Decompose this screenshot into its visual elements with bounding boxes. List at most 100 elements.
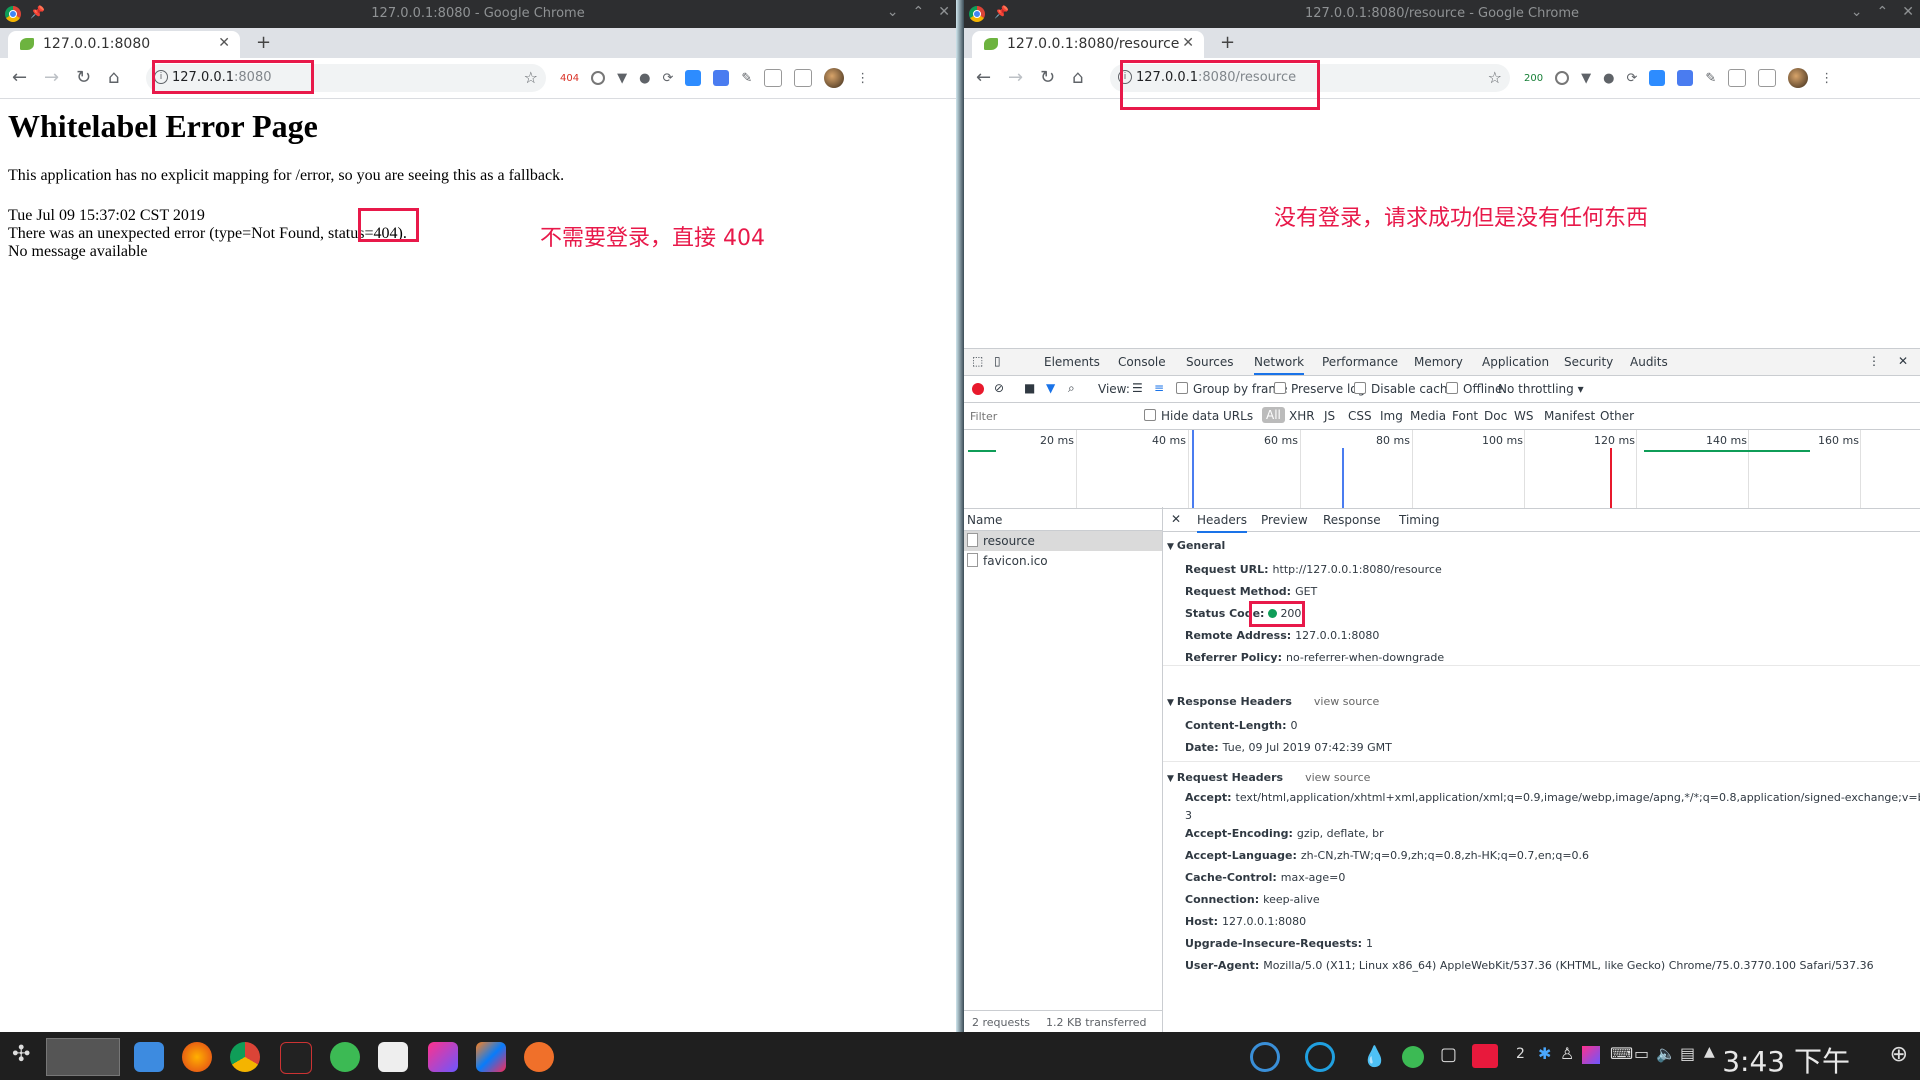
- general-header[interactable]: ▼ General: [1167, 539, 1225, 552]
- tab-elements[interactable]: Elements: [1044, 355, 1100, 369]
- device-toolbar-icon[interactable]: ▯: [994, 354, 1001, 368]
- tray-person-icon[interactable]: ♙: [1560, 1044, 1574, 1063]
- filter-manifest[interactable]: Manifest: [1544, 409, 1595, 423]
- filter-js[interactable]: JS: [1324, 409, 1335, 423]
- telegram-icon[interactable]: [330, 1042, 360, 1072]
- edit-extension-icon[interactable]: [764, 69, 783, 87]
- filter-css[interactable]: CSS: [1348, 409, 1372, 423]
- tray-status-icon[interactable]: [1402, 1046, 1424, 1068]
- status-code-extension[interactable]: 404: [560, 73, 579, 84]
- filter-doc[interactable]: Doc: [1484, 409, 1507, 423]
- editor-icon[interactable]: [280, 1042, 312, 1074]
- file-manager-icon[interactable]: [134, 1042, 164, 1072]
- tray-dock-icon[interactable]: [1305, 1042, 1335, 1072]
- menu-kebab-icon[interactable]: ⋮: [856, 71, 869, 86]
- clipboard-icon[interactable]: ▤: [1680, 1044, 1695, 1063]
- status-code-extension[interactable]: 200: [1524, 73, 1543, 84]
- tab-timing[interactable]: Timing: [1399, 513, 1440, 527]
- github-extension-icon[interactable]: ●: [1603, 71, 1614, 86]
- tab-preview[interactable]: Preview: [1261, 513, 1308, 527]
- tray-circle-icon[interactable]: [1250, 1042, 1280, 1072]
- eyedropper-extension-icon[interactable]: ✎: [741, 71, 752, 86]
- devtools-close-icon[interactable]: ✕: [1898, 354, 1908, 368]
- tray-window-icon[interactable]: ▢: [1440, 1044, 1457, 1065]
- group-by-frame-checkbox[interactable]: Group by frame: [1176, 382, 1287, 396]
- filter-icon[interactable]: ▼: [1046, 381, 1055, 395]
- devtools-menu-icon[interactable]: ⋮: [1868, 354, 1880, 368]
- reload-icon[interactable]: ↻: [76, 67, 91, 88]
- tab-memory[interactable]: Memory: [1414, 355, 1463, 369]
- translate-extension-icon[interactable]: [713, 70, 730, 86]
- new-tab-icon[interactable]: +: [1220, 32, 1235, 53]
- zoom-extension-icon[interactable]: [1649, 70, 1666, 86]
- clear-icon[interactable]: ⊘: [994, 381, 1004, 395]
- circle-extension-icon[interactable]: [591, 71, 606, 85]
- tab-close-icon[interactable]: ✕: [1182, 35, 1194, 51]
- waterfall-icon[interactable]: ≡: [1154, 381, 1164, 395]
- filter-input[interactable]: [968, 407, 1132, 425]
- zoom-extension-icon[interactable]: [685, 70, 702, 86]
- eyedropper-extension-icon[interactable]: ✎: [1705, 71, 1716, 86]
- filter-xhr[interactable]: XHR: [1289, 409, 1315, 423]
- tab-sources[interactable]: Sources: [1186, 355, 1233, 369]
- browser-tab[interactable]: 127.0.0.1:8080/resource ✕: [972, 31, 1204, 58]
- vue-extension-icon[interactable]: ▼: [1581, 71, 1591, 86]
- tab-console[interactable]: Console: [1118, 355, 1166, 369]
- github-extension-icon[interactable]: ●: [639, 71, 650, 86]
- tray-jetbrains-icon[interactable]: [1582, 1046, 1600, 1064]
- filter-all[interactable]: All: [1262, 407, 1285, 423]
- postman-icon[interactable]: [524, 1042, 554, 1072]
- doc-extension-icon[interactable]: [794, 69, 813, 87]
- name-header[interactable]: Name: [964, 507, 1162, 531]
- volume-icon[interactable]: 🔈: [1656, 1044, 1676, 1063]
- network-timeline[interactable]: 20 ms 40 ms 60 ms 80 ms 100 ms 120 ms 14…: [964, 430, 1920, 509]
- record-icon[interactable]: [972, 383, 984, 395]
- filter-font[interactable]: Font: [1452, 409, 1478, 423]
- doc-extension-icon[interactable]: [1758, 69, 1777, 87]
- tab-response[interactable]: Response: [1323, 513, 1381, 527]
- request-row[interactable]: resource: [964, 531, 1162, 551]
- tray-drop-icon[interactable]: 💧: [1362, 1044, 1387, 1068]
- tab-audits[interactable]: Audits: [1630, 355, 1668, 369]
- profile-avatar[interactable]: [824, 68, 845, 88]
- offline-checkbox[interactable]: Offline: [1446, 382, 1502, 396]
- chrome-icon[interactable]: [230, 1042, 260, 1072]
- filter-media[interactable]: Media: [1410, 409, 1446, 423]
- tab-headers[interactable]: Headers: [1197, 513, 1247, 533]
- bookmark-star-icon[interactable]: ☆: [1488, 68, 1502, 87]
- vue-extension-icon[interactable]: ▼: [617, 71, 627, 86]
- request-row[interactable]: favicon.ico: [964, 551, 1162, 571]
- minimize-icon[interactable]: ⌄: [887, 4, 899, 20]
- tab-security[interactable]: Security: [1564, 355, 1613, 369]
- back-icon[interactable]: ←: [976, 67, 991, 88]
- filter-img[interactable]: Img: [1380, 409, 1403, 423]
- hide-data-urls-checkbox[interactable]: Hide data URLs: [1144, 409, 1253, 423]
- circle-extension-icon[interactable]: [1555, 71, 1570, 85]
- forward-icon[interactable]: →: [1008, 67, 1023, 88]
- edit-extension-icon[interactable]: [1728, 69, 1747, 87]
- firefox-icon[interactable]: [182, 1042, 212, 1072]
- inspect-icon[interactable]: ⬚: [972, 354, 983, 368]
- tab-performance[interactable]: Performance: [1322, 355, 1398, 369]
- large-rows-icon[interactable]: ☰: [1132, 381, 1143, 395]
- workspace-pager[interactable]: [46, 1038, 120, 1076]
- minimize-icon[interactable]: ⌄: [1851, 4, 1863, 20]
- clock[interactable]: 3:43 下午: [1722, 1040, 1850, 1080]
- filter-other[interactable]: Other: [1600, 409, 1634, 423]
- intellij-idea-icon[interactable]: [476, 1042, 506, 1072]
- typora-icon[interactable]: [378, 1042, 408, 1072]
- menu-kebab-icon[interactable]: ⋮: [1820, 71, 1833, 86]
- browser-tab[interactable]: 127.0.0.1:8080 ✕: [8, 31, 240, 58]
- tab-network[interactable]: Network: [1254, 355, 1305, 375]
- sync-extension-icon[interactable]: ⟳: [1626, 71, 1637, 86]
- home-icon[interactable]: ⌂: [1072, 67, 1083, 88]
- detail-close-icon[interactable]: ✕: [1171, 512, 1181, 526]
- close-icon[interactable]: ✕: [938, 4, 950, 20]
- profile-avatar[interactable]: [1788, 68, 1809, 88]
- preserve-log-checkbox[interactable]: Preserve log: [1274, 382, 1365, 396]
- bookmark-star-icon[interactable]: ☆: [524, 68, 538, 87]
- screenshot-icon[interactable]: ■: [1024, 381, 1035, 395]
- tray-red-icon[interactable]: [1472, 1044, 1498, 1068]
- new-tab-icon[interactable]: +: [256, 32, 271, 53]
- search-icon[interactable]: ⌕: [1068, 381, 1075, 396]
